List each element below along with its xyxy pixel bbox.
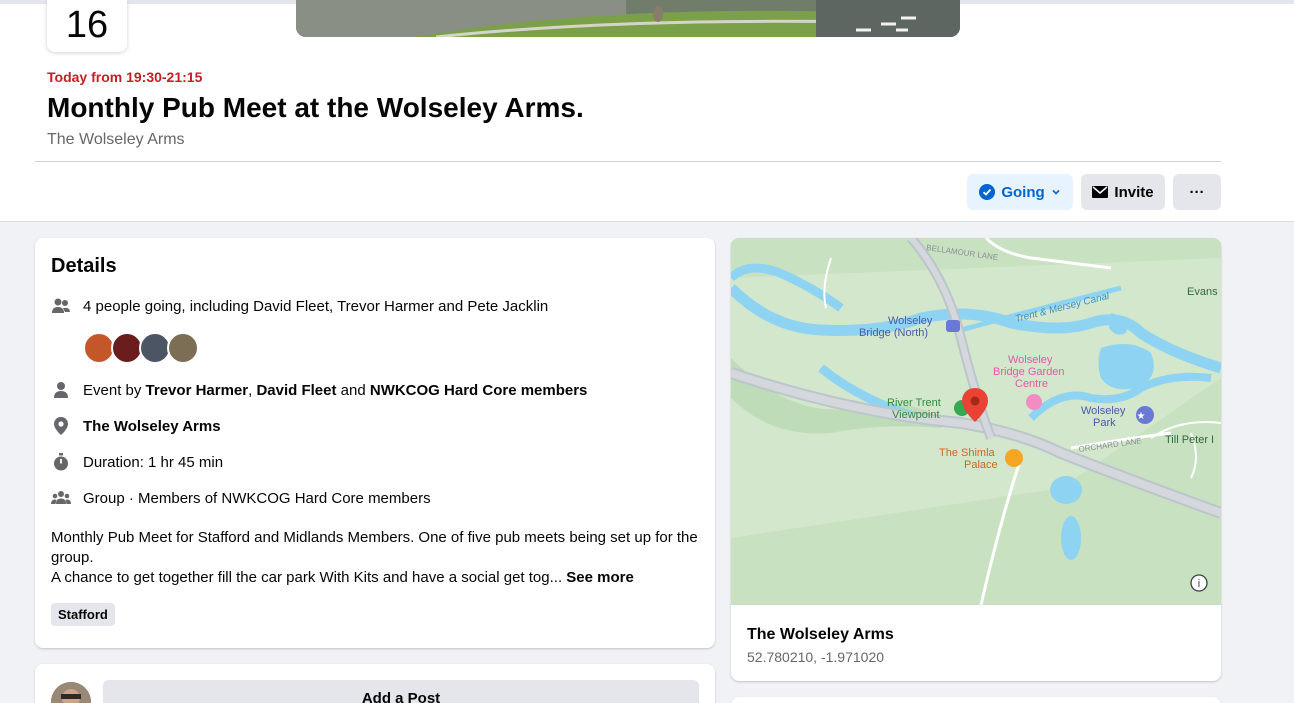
location-pin-icon: [51, 416, 71, 436]
map-label-shimla-1: The Shimla: [939, 447, 996, 459]
location-tag[interactable]: Stafford: [51, 603, 115, 626]
map-label-shimla-2: Palace: [964, 459, 998, 471]
add-post-button[interactable]: Add a Post: [103, 680, 699, 703]
description-line-2: A chance to get together fill the car pa…: [51, 568, 701, 588]
details-heading: Details: [51, 255, 117, 277]
details-card: Details 4 people going, including David …: [35, 238, 715, 648]
map-canvas: BELLAMOUR LANE Evans Trent & Mersey Cana…: [731, 238, 1221, 606]
event-header: 16 Today from 19:30-21:15 Monthly Pub Me…: [0, 0, 1294, 222]
map-label-park-1: Wolseley: [1081, 405, 1126, 417]
and-word: and: [340, 381, 366, 399]
map-label-viewpoint-2: Viewpoint: [892, 409, 940, 421]
add-post-card: Add a Post: [35, 664, 715, 703]
going-label: Going: [1001, 183, 1045, 201]
group-text[interactable]: Group · Members of NWKCOG Hard Core memb…: [83, 490, 431, 507]
duration-text: Duration: 1 hr 45 min: [83, 453, 224, 471]
location-row: The Wolseley Arms: [51, 416, 221, 436]
going-row: 4 people going, including David Fleet, T…: [51, 296, 548, 316]
map-label-garden-2: Bridge Garden: [993, 366, 1065, 378]
avatar[interactable]: [51, 682, 91, 703]
map-label-till-peter: Till Peter I: [1165, 434, 1214, 446]
host-separator: ,: [248, 381, 253, 399]
avatar[interactable]: [167, 332, 199, 364]
check-circle-icon: [979, 184, 996, 200]
secondary-card: [731, 697, 1221, 703]
see-more-link[interactable]: See more: [566, 569, 634, 586]
host-link[interactable]: NWKCOG Hard Core members: [370, 382, 588, 399]
description-line: Monthly Pub Meet for Stafford and Midlan…: [51, 529, 698, 566]
envelope-icon: [1092, 186, 1109, 198]
date-day: 16: [65, 4, 109, 46]
chevron-down-icon: [1052, 189, 1060, 195]
more-options-button[interactable]: ···: [1173, 174, 1221, 210]
map-label-viewpoint-1: River Trent: [887, 397, 941, 409]
info-icon[interactable]: i: [1190, 574, 1208, 592]
map-label-garden-1: Wolseley: [1008, 354, 1053, 366]
garden-centre-marker: [1026, 394, 1042, 410]
cover-photo[interactable]: [296, 0, 960, 37]
map-label-bridge-north-1: Wolseley: [888, 315, 933, 327]
map-coordinates: 52.780210, -1.971020: [747, 649, 885, 665]
restaurant-marker: [1005, 449, 1023, 467]
event-description: Monthly Pub Meet for Stafford and Midlan…: [51, 528, 701, 588]
host-link[interactable]: David Fleet: [256, 382, 336, 399]
map-label-evans: Evans: [1187, 286, 1218, 298]
star-icon: ★: [1137, 411, 1146, 422]
cover-photo-image: [296, 0, 960, 37]
bridge-marker[interactable]: [946, 320, 960, 332]
hosts-row: Event by Trevor Harmer, David Fleet and …: [51, 380, 587, 400]
invite-button[interactable]: Invite: [1081, 174, 1165, 210]
map-label-bridge-north-2: Bridge (North): [859, 327, 928, 339]
map[interactable]: BELLAMOUR LANE Evans Trent & Mersey Cana…: [731, 238, 1221, 606]
invite-label: Invite: [1114, 183, 1154, 201]
description-text: A chance to get together fill the car pa…: [51, 569, 563, 586]
going-button[interactable]: Going: [967, 174, 1073, 210]
person-icon: [51, 380, 71, 400]
stopwatch-icon: [51, 452, 71, 472]
going-text[interactable]: 4 people going, including David Fleet, T…: [83, 298, 548, 315]
map-label-park-2: Park: [1093, 417, 1116, 429]
svg-text:i: i: [1198, 578, 1200, 590]
event-by-prefix: Event by: [83, 381, 142, 399]
attendee-avatars[interactable]: [83, 332, 199, 364]
map-label-garden-3: Centre: [1015, 378, 1048, 390]
host-link[interactable]: Trevor Harmer: [146, 382, 249, 399]
group-icon: [51, 488, 71, 508]
people-icon: [51, 296, 71, 316]
map-card: BELLAMOUR LANE Evans Trent & Mersey Cana…: [731, 238, 1221, 681]
event-venue[interactable]: The Wolseley Arms: [47, 131, 185, 149]
event-time: Today from 19:30-21:15: [47, 69, 203, 85]
more-icon: ···: [1189, 183, 1205, 201]
event-title: Monthly Pub Meet at the Wolseley Arms.: [47, 92, 584, 123]
map-place-name[interactable]: The Wolseley Arms: [747, 626, 894, 644]
header-divider: [35, 161, 1221, 162]
location-link[interactable]: The Wolseley Arms: [83, 418, 221, 435]
date-badge: 16: [47, 0, 127, 52]
duration-row: Duration: 1 hr 45 min: [51, 452, 223, 472]
group-row: Group · Members of NWKCOG Hard Core memb…: [51, 488, 431, 508]
